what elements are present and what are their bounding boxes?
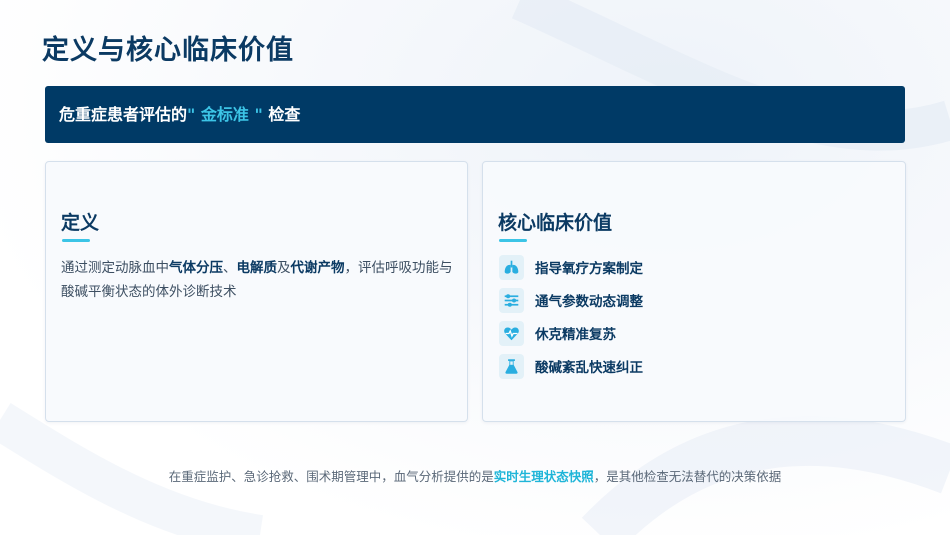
- page-title: 定义与核心临床价值: [42, 35, 294, 66]
- subtitle-banner: 危重症患者评估的" 金标准 " 检查: [45, 86, 905, 143]
- list-item: 通气参数动态调整: [499, 287, 643, 313]
- clinical-value-card: 核心临床价值 指导氧疗方案制定 通气参数动态调整 休克精准复苏 酸碱紊乱快速纠正: [482, 161, 906, 422]
- list-item: 休克精准复苏: [499, 320, 643, 346]
- footer-note: 在重症监护、急诊抢救、围术期管理中，血气分析提供的是实时生理状态快照，是其他检查…: [0, 466, 950, 485]
- sliders-icon: [499, 287, 524, 313]
- definition-text: 通过测定动脉血中气体分压、电解质及代谢产物，评估呼吸功能与酸碱平衡状态的体外诊断…: [61, 256, 456, 304]
- footer-suffix: ，是其他检查无法替代的决策依据: [593, 469, 782, 484]
- footer-prefix: 在重症监护、急诊抢救、围术期管理中，血气分析提供的是: [168, 469, 494, 484]
- clinical-value-list: 指导氧疗方案制定 通气参数动态调整 休克精准复苏 酸碱紊乱快速纠正: [499, 254, 643, 386]
- value-label: 休克精准复苏: [535, 327, 616, 343]
- clinical-value-heading: 核心临床价值: [498, 212, 613, 234]
- lungs-icon: [499, 254, 524, 280]
- banner-highlight: " 金标准 ": [187, 105, 263, 124]
- banner-prefix: 危重症患者评估的: [59, 105, 188, 124]
- definition-term: 代谢产物: [290, 260, 345, 276]
- value-label: 通气参数动态调整: [535, 294, 643, 310]
- banner-suffix: 检查: [268, 105, 301, 124]
- heading-underline: [62, 239, 90, 242]
- definition-part: 通过测定动脉血中: [61, 260, 169, 276]
- definition-term: 气体分压: [169, 260, 223, 276]
- value-label: 酸碱紊乱快速纠正: [535, 360, 643, 376]
- flask-icon: [499, 353, 524, 379]
- value-label: 指导氧疗方案制定: [535, 261, 643, 277]
- list-item: 指导氧疗方案制定: [499, 254, 643, 280]
- list-item: 酸碱紊乱快速纠正: [499, 353, 643, 379]
- definition-part: 及: [277, 260, 291, 276]
- definition-heading: 定义: [61, 212, 100, 234]
- definition-term: 电解质: [236, 260, 278, 276]
- heading-underline: [499, 239, 527, 242]
- footer-highlight: 实时生理状态快照: [493, 469, 594, 484]
- heartbeat-icon: [499, 320, 524, 346]
- definition-card: 定义 通过测定动脉血中气体分压、电解质及代谢产物，评估呼吸功能与酸碱平衡状态的体…: [45, 161, 468, 422]
- banner-text: 危重症患者评估的" 金标准 " 检查: [59, 104, 329, 126]
- definition-part: 、: [223, 260, 237, 276]
